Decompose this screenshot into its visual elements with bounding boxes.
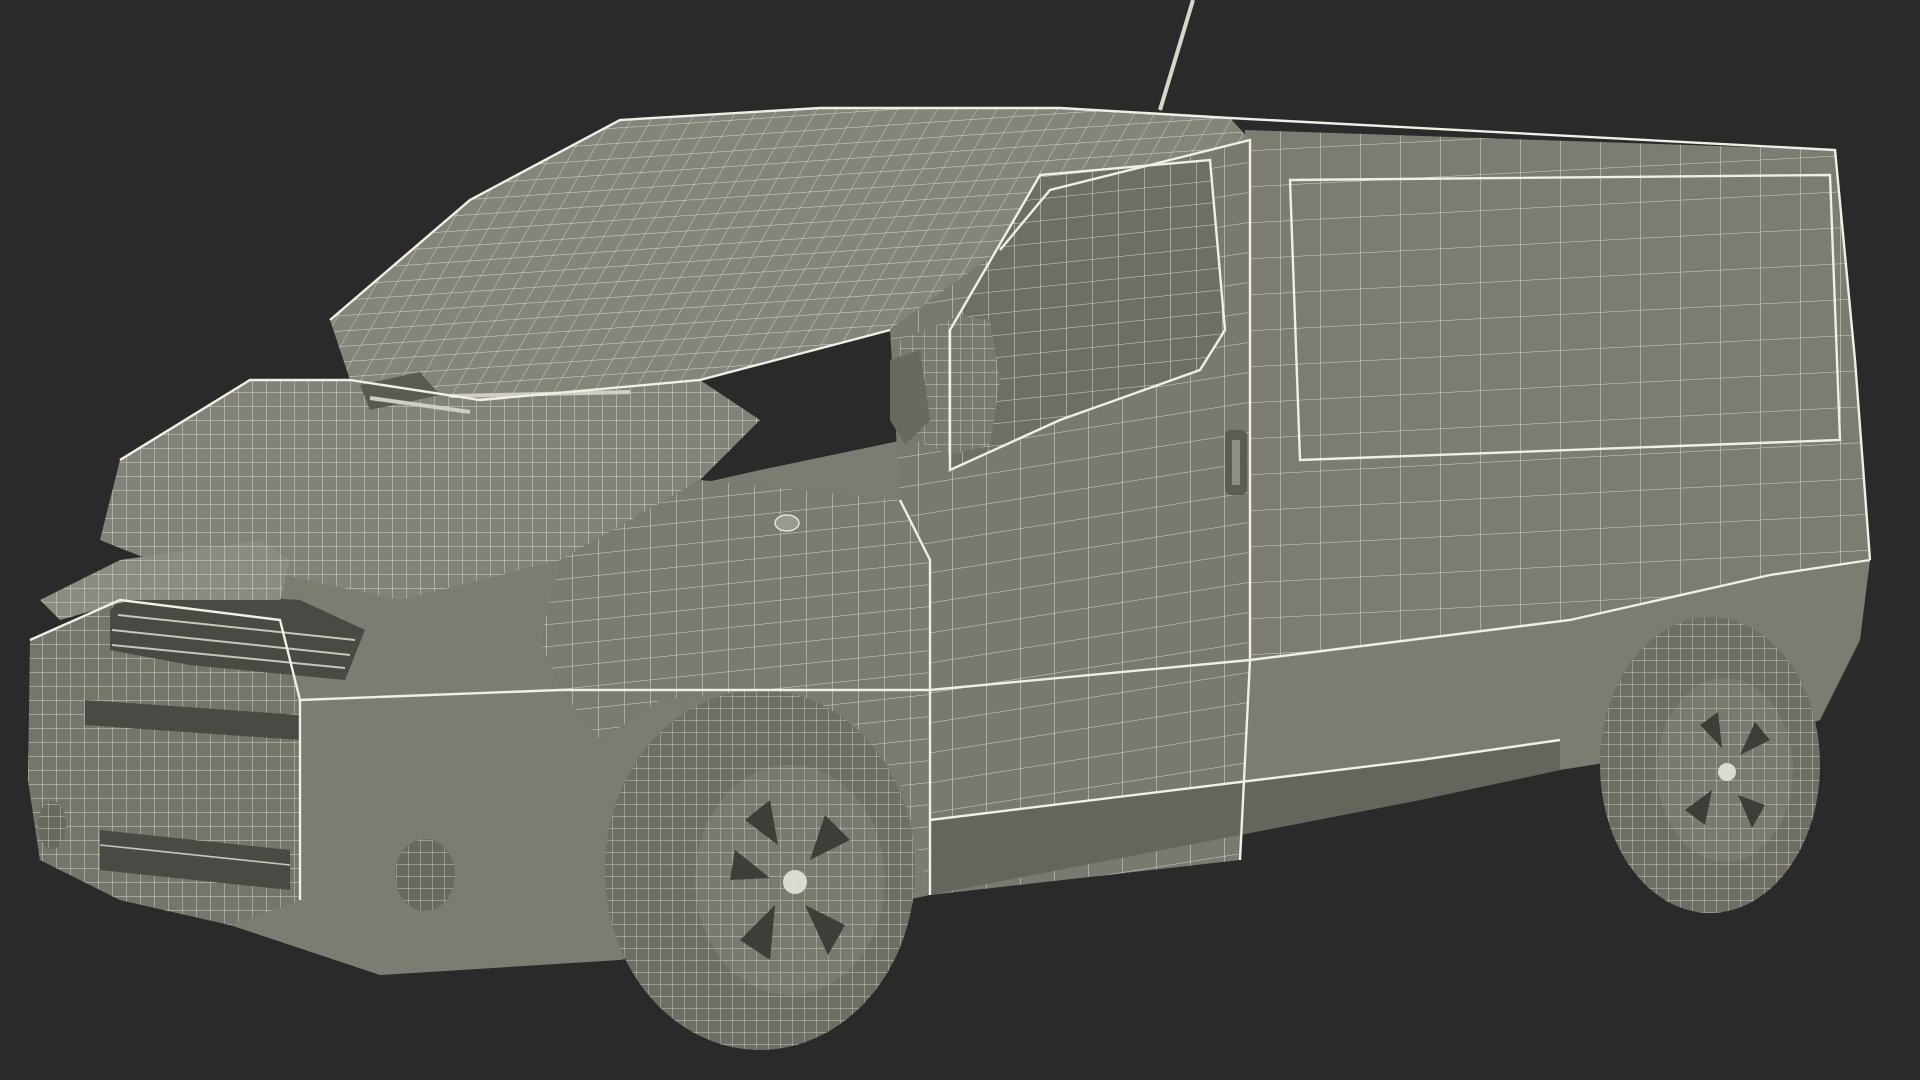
side-indicator [774,514,800,532]
door-handle [1225,430,1247,495]
render-viewport [0,0,1920,1080]
front-wheel [605,690,915,1050]
van-body [28,108,1870,975]
antenna [1158,0,1195,111]
van-wireframe-render [28,0,1872,1050]
rear-wheel [1600,617,1820,913]
